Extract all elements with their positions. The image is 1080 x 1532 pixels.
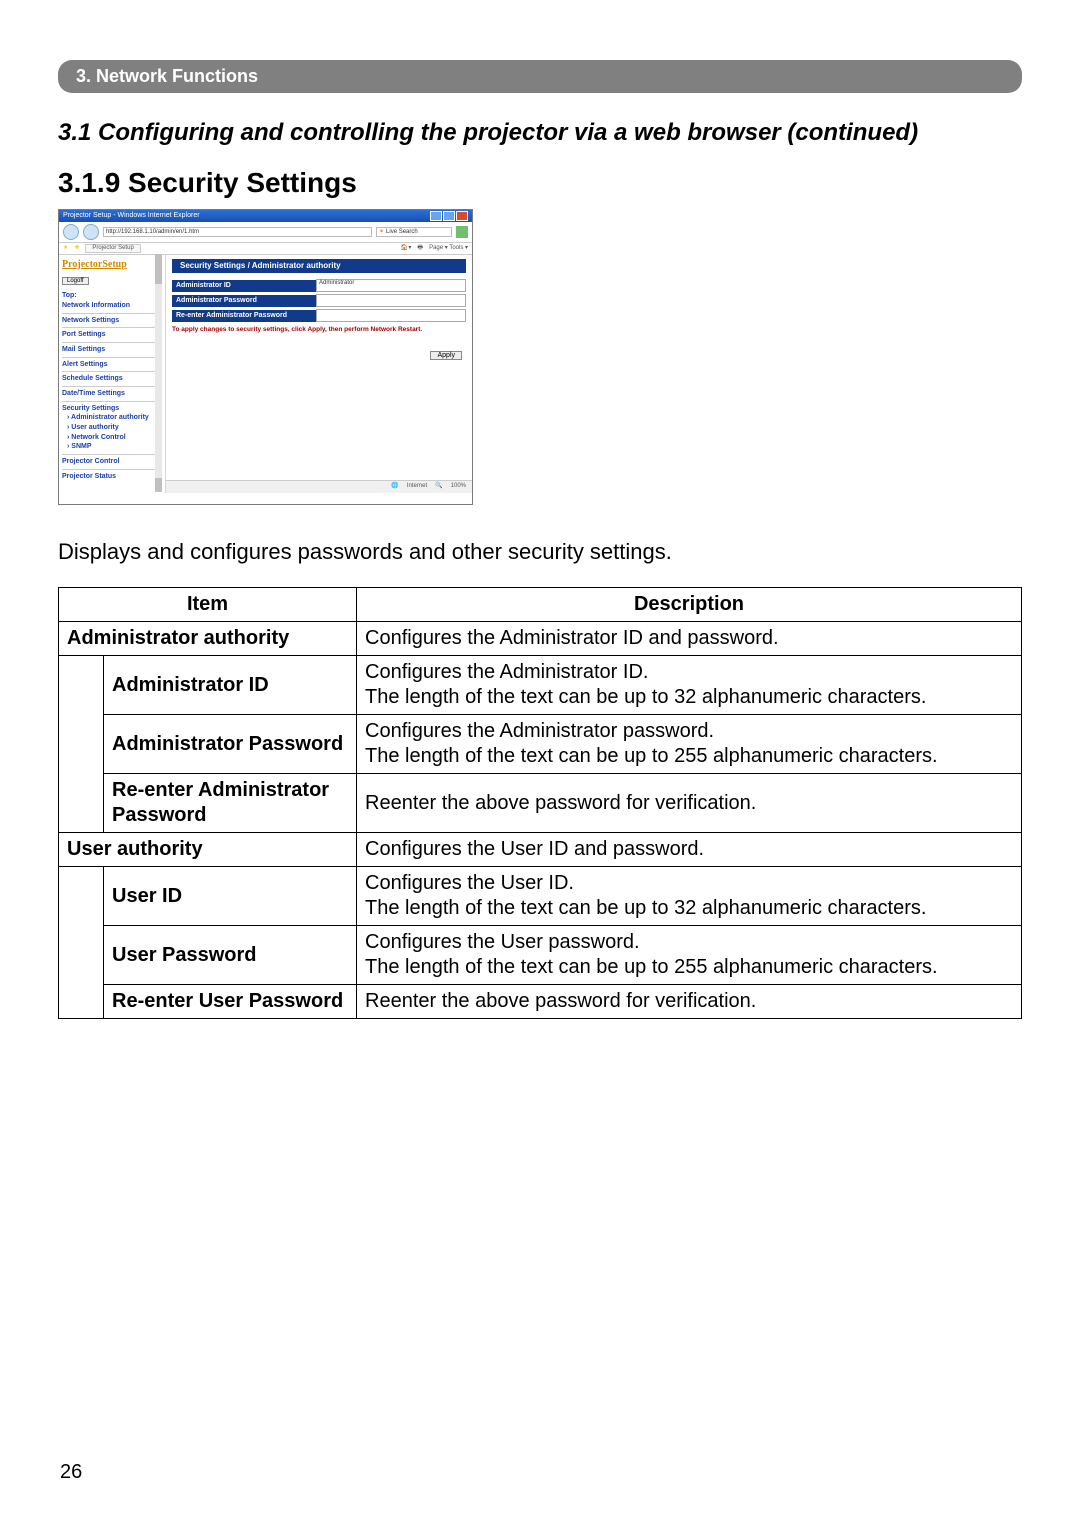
th-item: Item	[59, 588, 357, 622]
cell-item: User Password	[104, 926, 357, 985]
sidebar-sub-admin-authority[interactable]: › Administrator authority	[62, 414, 162, 422]
toolbar-right[interactable]: Page ▾ Tools ▾	[429, 245, 468, 252]
sidebar-link-network-information[interactable]: Network Information	[62, 302, 162, 310]
sidebar-link-projector-control[interactable]: Projector Control	[62, 458, 162, 466]
status-internet: Internet	[407, 483, 427, 490]
form-label-admin-pw: Administrator Password	[172, 295, 316, 307]
form-input-admin-id[interactable]: Administrator	[316, 279, 466, 292]
sidebar-link-network-settings[interactable]: Network Settings	[62, 317, 162, 325]
sidebar-sub-snmp[interactable]: › SNMP	[62, 443, 162, 451]
search-icon: ✶	[379, 229, 384, 236]
maximize-icon[interactable]	[443, 211, 455, 221]
sidebar-logo: ProjectorSetup	[62, 259, 162, 270]
sidebar-link-datetime-settings[interactable]: Date/Time Settings	[62, 390, 162, 398]
sidebar-link-security-settings[interactable]: Security Settings	[62, 405, 162, 413]
indent-spacer	[59, 867, 104, 1019]
form-note: To apply changes to security settings, c…	[172, 326, 466, 333]
table-row: Administrator Password Configures the Ad…	[59, 715, 1022, 774]
search-placeholder: Live Search	[386, 229, 418, 236]
back-icon[interactable]	[63, 224, 79, 240]
table-row: Administrator authority Configures the A…	[59, 622, 1022, 656]
cell-item: Administrator Password	[104, 715, 357, 774]
table-row: Re-enter Administrator Password Reenter …	[59, 774, 1022, 833]
form-input-admin-pw2[interactable]	[316, 309, 466, 322]
indent-spacer	[59, 656, 104, 833]
sidebar-scrollbar[interactable]	[155, 254, 162, 492]
cell-desc: Reenter the above password for verificat…	[357, 774, 1022, 833]
table-row: User ID Configures the User ID.The lengt…	[59, 867, 1022, 926]
cell-item: User ID	[104, 867, 357, 926]
sidebar-link-schedule-settings[interactable]: Schedule Settings	[62, 375, 162, 383]
zoom-icon[interactable]: 🔍	[435, 483, 442, 490]
settings-table: Item Description Administrator authority…	[58, 587, 1022, 1019]
cell-desc: Configures the User ID.The length of the…	[357, 867, 1022, 926]
close-icon[interactable]	[456, 211, 468, 221]
forward-icon[interactable]	[83, 224, 99, 240]
form-label-admin-id: Administrator ID	[172, 280, 316, 292]
cell-item: Re-enter Administrator Password	[104, 774, 357, 833]
form-input-admin-pw[interactable]	[316, 294, 466, 307]
status-zoom[interactable]: 100%	[451, 483, 466, 490]
cell-desc: Configures the Administrator password.Th…	[357, 715, 1022, 774]
window-title: Projector Setup - Windows Internet Explo…	[63, 212, 200, 220]
embedded-screenshot: Projector Setup - Windows Internet Explo…	[58, 209, 473, 505]
globe-icon: 🌐	[391, 483, 398, 490]
minimize-icon[interactable]	[430, 211, 442, 221]
content-breadcrumb: Security Settings / Administrator author…	[172, 259, 466, 274]
sidebar-link-port-settings[interactable]: Port Settings	[62, 331, 162, 339]
table-row: User Password Configures the User passwo…	[59, 926, 1022, 985]
tab-label: Projector Setup	[92, 245, 133, 251]
add-favorite-icon[interactable]: ✚	[74, 245, 79, 252]
th-description: Description	[357, 588, 1022, 622]
sidebar-link-alert-settings[interactable]: Alert Settings	[62, 361, 162, 369]
sidebar-link-top[interactable]: Top:	[62, 292, 162, 300]
logoff-button[interactable]: Logoff	[62, 277, 89, 286]
form-label-admin-pw2: Re-enter Administrator Password	[172, 310, 316, 322]
subsection-title: 3.1.9 Security Settings	[58, 167, 1022, 199]
cell-desc: Configures the Administrator ID and pass…	[357, 622, 1022, 656]
home-icon[interactable]: 🏠▾	[401, 245, 411, 252]
chapter-bar: 3. Network Functions	[58, 60, 1022, 93]
search-input[interactable]: ✶ Live Search	[376, 227, 452, 238]
print-icon[interactable]: 🖶	[417, 245, 423, 252]
sidebar-sub-network-control[interactable]: › Network Control	[62, 434, 162, 442]
cell-item: Administrator authority	[59, 622, 357, 656]
table-row: User authority Configures the User ID an…	[59, 833, 1022, 867]
cell-desc: Configures the Administrator ID.The leng…	[357, 656, 1022, 715]
cell-desc: Reenter the above password for verificat…	[357, 985, 1022, 1019]
apply-button[interactable]: Apply	[430, 351, 462, 361]
intro-paragraph: Displays and configures passwords and ot…	[58, 539, 1022, 565]
table-row: Administrator ID Configures the Administ…	[59, 656, 1022, 715]
browser-tab[interactable]: Projector Setup	[85, 244, 140, 253]
favorites-icon[interactable]: ★	[63, 245, 68, 252]
section-title: 3.1 Configuring and controlling the proj…	[58, 119, 1022, 147]
page-number: 26	[60, 1461, 82, 1484]
table-row: Re-enter User Password Reenter the above…	[59, 985, 1022, 1019]
cell-item: User authority	[59, 833, 357, 867]
go-icon[interactable]	[456, 226, 468, 238]
sidebar-link-mail-settings[interactable]: Mail Settings	[62, 346, 162, 354]
address-bar[interactable]: http://192.168.1.10/admin/en/1.htm	[103, 227, 372, 238]
cell-item: Administrator ID	[104, 656, 357, 715]
cell-desc: Configures the User password.The length …	[357, 926, 1022, 985]
sidebar-sub-user-authority[interactable]: › User authority	[62, 424, 162, 432]
cell-item: Re-enter User Password	[104, 985, 357, 1019]
sidebar-link-projector-status[interactable]: Projector Status	[62, 473, 162, 481]
cell-desc: Configures the User ID and password.	[357, 833, 1022, 867]
